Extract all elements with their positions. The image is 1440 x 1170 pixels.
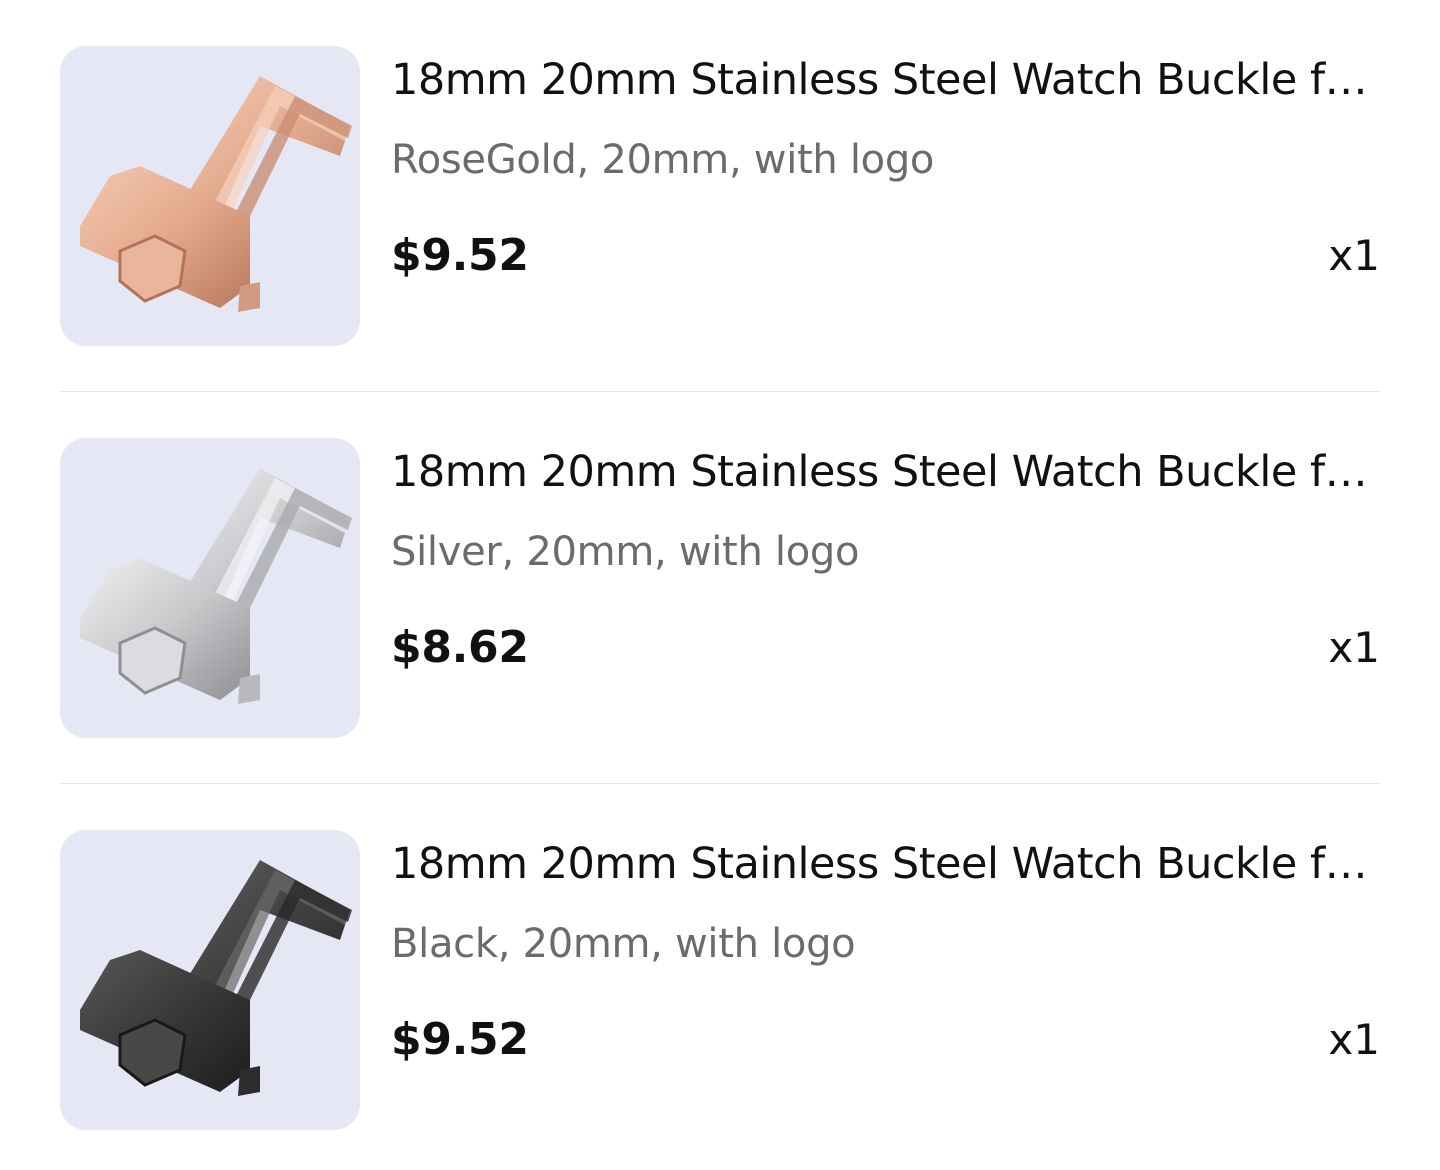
product-price: $9.52 bbox=[391, 230, 529, 281]
cart-item[interactable]: 18mm 20mm Stainless Steel Watch Buckle f… bbox=[60, 438, 1380, 784]
divider bbox=[60, 391, 1380, 392]
product-price: $9.52 bbox=[391, 1014, 529, 1065]
cart-item-info: 18mm 20mm Stainless Steel Watch Buckle f… bbox=[391, 830, 1380, 1130]
product-price: $8.62 bbox=[391, 622, 529, 673]
product-title[interactable]: 18mm 20mm Stainless Steel Watch Buckle f… bbox=[391, 54, 1380, 106]
quantity-label: x1 bbox=[1328, 231, 1380, 280]
product-image-rose-gold-buckle[interactable] bbox=[60, 46, 360, 346]
watch-buckle-icon bbox=[80, 76, 352, 312]
product-title[interactable]: 18mm 20mm Stainless Steel Watch Buckle f… bbox=[391, 838, 1380, 890]
product-variant: Black, 20mm, with logo bbox=[391, 921, 856, 967]
divider bbox=[60, 783, 1380, 784]
quantity-label: x1 bbox=[1328, 623, 1380, 672]
product-image-silver-buckle[interactable] bbox=[60, 438, 360, 738]
cart-item-info: 18mm 20mm Stainless Steel Watch Buckle f… bbox=[391, 46, 1380, 346]
quantity-label: x1 bbox=[1328, 1015, 1380, 1064]
cart-item-info: 18mm 20mm Stainless Steel Watch Buckle f… bbox=[391, 438, 1380, 738]
cart-item[interactable]: 18mm 20mm Stainless Steel Watch Buckle f… bbox=[60, 46, 1380, 392]
product-title[interactable]: 18mm 20mm Stainless Steel Watch Buckle f… bbox=[391, 446, 1380, 498]
cart-item-list: 18mm 20mm Stainless Steel Watch Buckle f… bbox=[60, 46, 1380, 1130]
product-variant: RoseGold, 20mm, with logo bbox=[391, 137, 935, 183]
watch-buckle-icon bbox=[80, 468, 352, 704]
cart-item[interactable]: 18mm 20mm Stainless Steel Watch Buckle f… bbox=[60, 830, 1380, 1130]
watch-buckle-icon bbox=[80, 860, 352, 1096]
product-image-black-buckle[interactable] bbox=[60, 830, 360, 1130]
product-variant: Silver, 20mm, with logo bbox=[391, 529, 860, 575]
